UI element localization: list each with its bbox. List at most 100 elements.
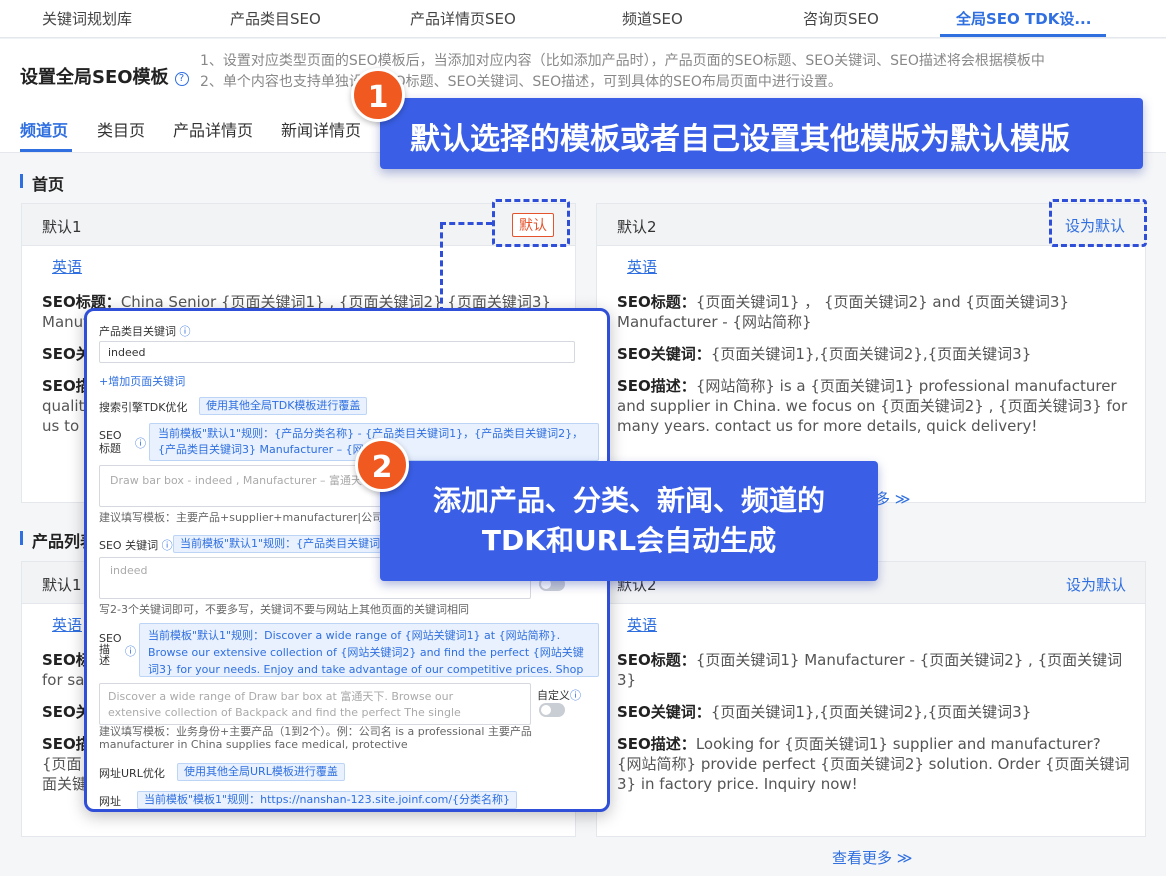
page-header: 设置全局SEO模板? 1、设置对应类型页面的SEO模板后，当添加对应内容（比如添… [0, 39, 1166, 105]
see-more-link[interactable]: 查看更多 ≫ [832, 847, 912, 868]
seo-keyword-label-text: SEO 关键词 [99, 539, 159, 552]
callout-2-line-2: TDK和URL会自动生成 [481, 524, 777, 557]
callout-auto-generate: 添加产品、分类、新闻、频道的 TDK和URL会自动生成 [380, 461, 878, 581]
custom-label: 自定义ⓘ [537, 687, 581, 703]
seo-desc-line-3: 面关键 [42, 775, 88, 793]
tdk-label: 搜索引擎TDK优化 [99, 401, 188, 414]
seo-desc-line-2: {网站简称} provide perfect {页面关键词2} solution… [617, 755, 1130, 773]
template-card-default2: 默认2 英语 SEO标题：{页面关键词1} ， {页面关键词2} and {页面… [596, 203, 1146, 508]
subtab-product-detail[interactable]: 产品详情页 [173, 117, 253, 141]
seo-title-input-text: Draw bar box - indeed , Manufacturer – 富… [110, 474, 363, 487]
callout-1-text: 默认选择的模板或者自己设置其他模版为默认模版 [410, 122, 1070, 157]
page-tips: 1、设置对应类型页面的SEO模板后，当添加对应内容（比如添加产品时），产品页面的… [200, 51, 1045, 93]
seo-title-line-2: Manuf [42, 313, 89, 331]
seo-title-value: {页面关键词1} Manufacturer - {页面关键词2} , {页面关键… [695, 651, 1123, 669]
language-link[interactable]: 英语 [627, 256, 657, 277]
seo-desc-rule: 当前模板"默认1"规则：Discover a wide range of {网站… [139, 623, 599, 693]
seo-title-label: SEO标题： [617, 293, 696, 311]
callout-default-template: 默认选择的模板或者自己设置其他模版为默认模版 [380, 98, 1143, 169]
seo-keyword-line: SEO关键词：{页面关键词1},{页面关键词2},{页面关键词3} [617, 702, 1031, 722]
seo-title-label-1: SEO [99, 429, 122, 442]
seo-desc-line-2: qualit [42, 397, 85, 415]
card-name: 默认2 [617, 218, 657, 236]
seo-desc-line: SEO描述：Looking for {页面关键词1} supplier and … [617, 734, 1101, 754]
see-more-link[interactable]: 多 ≫ [875, 488, 910, 509]
card-name: 默认1 [42, 218, 82, 236]
seo-desc-line-3: us to [42, 417, 80, 435]
card-name: 默认1 [42, 576, 82, 594]
tab-keyword-library[interactable]: 关键词规划库 [42, 8, 132, 29]
custom-label-text: 自定义 [537, 689, 570, 702]
seo-desc-value: {网站简称} is a {页面关键词1} professional manufa… [695, 377, 1117, 395]
language-link[interactable]: 英语 [52, 614, 82, 635]
tab-category-seo[interactable]: 产品类目SEO [230, 8, 321, 29]
add-keyword-link[interactable]: +增加页面关键词 [99, 373, 185, 389]
page-title-text: 设置全局SEO模板 [20, 67, 169, 88]
seo-desc-label-3: 述 [99, 654, 110, 667]
tab-global-tdk[interactable]: 全局SEO TDK设... [956, 8, 1091, 29]
seo-title-label-2: 标题 [99, 442, 121, 455]
help-icon[interactable]: ⓘ [180, 325, 191, 338]
seo-title-line-2: 3} [617, 671, 637, 689]
category-keyword-label: 产品类目关键词 ⓘ [99, 323, 191, 339]
step-2-badge: 2 [355, 438, 409, 492]
help-icon[interactable]: ⓘ [570, 689, 581, 702]
help-icon[interactable]: ⓘ [162, 539, 173, 552]
tip-line-2: 2、单个内容也支持单独设置SEO标题、SEO关键词、SEO描述，可到具体的SEO… [200, 74, 842, 90]
seo-keyword-value: {页面关键词1},{页面关键词2},{页面关键词3} [710, 345, 1032, 363]
category-keyword-value: indeed [108, 346, 146, 359]
seo-desc-input[interactable]: Discover a wide range of Draw bar box at… [99, 683, 531, 725]
seo-desc-line-2: {页面 [42, 755, 82, 773]
seo-desc-label: SEO 描述 [99, 633, 122, 666]
seo-keyword-rule: 当前模板"默认1"规则：{产品类目关键词1}, [173, 535, 405, 553]
subtab-channel[interactable]: 频道页 [20, 117, 68, 141]
seo-desc-value: Looking for {页面关键词1} supplier and manufa… [695, 735, 1101, 753]
help-icon[interactable]: ? [174, 72, 189, 86]
seo-title-line: SEO标题：{页面关键词1} ， {页面关键词2} and {页面关键词3} [617, 292, 1069, 312]
language-link[interactable]: 英语 [627, 614, 657, 635]
seo-title-hint: 建议填写模板：主要产品+supplier+manufacturer|公司名称 [99, 511, 406, 524]
step-1-badge: 1 [351, 68, 405, 122]
seo-keyword-input-text: indeed [110, 564, 148, 577]
language-link[interactable]: 英语 [52, 256, 82, 277]
seo-desc-label: SEO描述： [617, 377, 696, 395]
callout-2-line-1: 添加产品、分类、新闻、频道的 [432, 484, 825, 517]
seo-title-label: SEO标题： [617, 651, 696, 669]
category-keyword-input[interactable]: indeed [99, 341, 575, 363]
site-label: 网址 [99, 795, 121, 808]
seo-title-line-2: Manufacturer - {网站简称} [617, 313, 812, 331]
seo-keyword-label: SEO关键词： [617, 703, 711, 721]
connector-line-v [440, 223, 443, 313]
url-override-button[interactable]: 使用其他全局URL模板进行覆盖 [177, 763, 345, 781]
category-keyword-label-text: 产品类目关键词 [99, 325, 176, 338]
seo-keyword-label: SEO 关键词 ⓘ [99, 537, 173, 553]
seo-title-line: SEO标题：{页面关键词1} Manufacturer - {页面关键词2} ,… [617, 650, 1122, 670]
url-label: 网址URL优化 [99, 767, 165, 780]
custom-desc-toggle[interactable] [539, 703, 565, 717]
subtab-news-detail[interactable]: 新闻详情页 [281, 117, 361, 141]
top-nav: 关键词规划库 产品类目SEO 产品详情页SEO 频道SEO 咨询页SEO 全局S… [0, 0, 1166, 38]
callout-2-text: 添加产品、分类、新闻、频道的 TDK和URL会自动生成 [380, 481, 878, 561]
set-default-button[interactable]: 设为默认 [1066, 574, 1126, 595]
seo-keyword-line: SEO关键词：{页面关键词1},{页面关键词2},{页面关键词3} [617, 344, 1031, 364]
section-title-home: 首页 [20, 171, 64, 195]
tab-channel-seo[interactable]: 频道SEO [622, 8, 683, 29]
template-card-default2-list: 默认2 设为默认 英语 SEO标题：{页面关键词1} Manufacturer … [596, 561, 1146, 837]
subtab-underline [20, 149, 72, 152]
page-title: 设置全局SEO模板? [20, 63, 189, 89]
help-icon[interactable]: ⓘ [125, 643, 136, 659]
help-icon[interactable]: ⓘ [135, 435, 146, 451]
tip-line-1: 1、设置对应类型页面的SEO模板后，当添加对应内容（比如添加产品时），产品页面的… [200, 53, 1045, 69]
seo-desc-input-text: Discover a wide range of Draw bar box at… [108, 690, 461, 724]
seo-title-line-2: for sa [42, 671, 85, 689]
connector-line-h [440, 222, 492, 225]
tab-consult-seo[interactable]: 咨询页SEO [803, 8, 879, 29]
seo-title-value: {页面关键词1} ， {页面关键词2} and {页面关键词3} [695, 293, 1069, 311]
subtab-category[interactable]: 类目页 [97, 117, 145, 141]
tab-product-detail-seo[interactable]: 产品详情页SEO [410, 8, 516, 29]
tdk-override-button[interactable]: 使用其他全局TDK模板进行覆盖 [199, 397, 368, 415]
active-tab-underline [940, 34, 1106, 37]
seo-desc-hint: 建议填写模板：业务身份+主要产品（1到2个）。例：公司名 is a profes… [99, 725, 532, 751]
seo-keyword-hint: 写2-3个关键词即可，不要多写，关键词不要与网站上其他页面的关键词相同 [99, 603, 469, 616]
seo-keyword-label: SEO关键词： [617, 345, 711, 363]
